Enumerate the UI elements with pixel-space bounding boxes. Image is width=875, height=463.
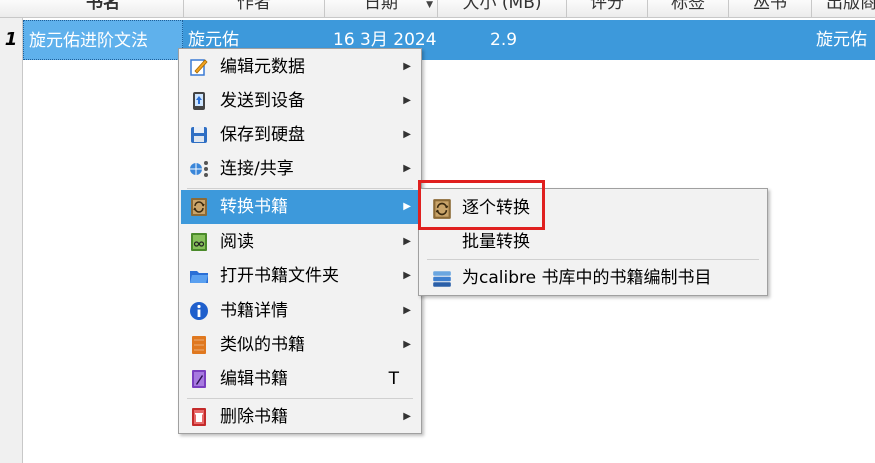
menu-item-connect-share[interactable]: 连接/共享 ▶ [181, 152, 419, 186]
menu-item-label: 转换书籍 [220, 197, 288, 217]
menu-item-book-details[interactable]: 书籍详情 ▶ [181, 294, 419, 328]
menu-item-label: 书籍详情 [220, 301, 288, 321]
column-header-title[interactable]: 书名 [23, 0, 184, 17]
table-cell-title: 旋元佑进阶文法 [29, 31, 148, 51]
column-header-size[interactable]: 大小 (MB) [438, 0, 567, 17]
menu-item-save-to-disk[interactable]: 保存到硬盘 ▶ [181, 118, 419, 152]
menu-item-label: 删除书籍 [220, 407, 288, 427]
column-header-series[interactable]: 丛书 [729, 0, 812, 17]
column-header-tags[interactable]: 标签 [648, 0, 729, 17]
menu-item-edit-book[interactable]: 编辑书籍 T [181, 362, 419, 396]
convert-books-icon [189, 197, 209, 217]
menu-item-similar-books[interactable]: 类似的书籍 ▶ [181, 328, 419, 362]
open-folder-icon [189, 266, 209, 286]
row-number-gutter [0, 18, 23, 463]
context-menu: 编辑元数据 ▶ 发送到设备 ▶ 保存到硬盘 ▶ 连接/共享 ▶ 转换书籍 ▶ 阅… [178, 48, 422, 434]
send-to-device-icon [189, 91, 209, 111]
table-cell-size: 2.9 [490, 30, 518, 50]
menu-item-read[interactable]: 阅读 ▶ [181, 225, 419, 259]
edit-book-icon [189, 369, 209, 389]
read-icon [189, 232, 209, 252]
submenu-arrow-icon: ▶ [403, 95, 411, 106]
menu-item-label: 连接/共享 [220, 159, 294, 179]
menu-separator [187, 188, 413, 189]
submenu-item-create-catalog[interactable]: 为calibre 书库中的书籍编制书目 [421, 261, 765, 295]
submenu-arrow-icon: ▶ [403, 305, 411, 316]
shortcut-key: T [388, 369, 399, 389]
submenu-arrow-icon: ▶ [403, 236, 411, 247]
menu-item-convert-books[interactable]: 转换书籍 ▶ [181, 190, 419, 224]
menu-item-label: 打开书籍文件夹 [220, 266, 339, 286]
edit-metadata-icon [189, 57, 209, 77]
menu-item-label: 保存到硬盘 [220, 125, 305, 145]
menu-item-label: 编辑书籍 [220, 369, 288, 389]
column-header-row: 书名 作者 日期 ▼ 大小 (MB) 评分 标签 丛书 出版商 [0, 0, 875, 18]
menu-item-send-to-device[interactable]: 发送到设备 ▶ [181, 84, 419, 118]
menu-item-label: 发送到设备 [220, 91, 305, 111]
menu-item-edit-metadata[interactable]: 编辑元数据 ▶ [181, 50, 419, 84]
table-cell-title-focus[interactable]: 旋元佑进阶文法 [23, 20, 183, 60]
table-row[interactable]: 旋元佑进阶文法 旋元佑 16 3月 2024 2.9 旋元佑 [23, 20, 875, 60]
submenu-arrow-icon: ▶ [403, 163, 411, 174]
submenu-item-label: 为calibre 书库中的书籍编制书目 [462, 268, 712, 288]
connect-share-icon [189, 159, 209, 179]
delete-icon [189, 407, 209, 427]
menu-item-open-folder[interactable]: 打开书籍文件夹 ▶ [181, 259, 419, 293]
submenu-arrow-icon: ▶ [403, 201, 411, 212]
menu-separator [427, 259, 759, 260]
menu-separator [187, 398, 413, 399]
submenu-arrow-icon: ▶ [403, 270, 411, 281]
menu-item-label: 阅读 [220, 232, 254, 252]
table-cell-publisher: 旋元佑 [816, 30, 867, 50]
save-disk-icon [189, 125, 209, 145]
submenu-item-label: 批量转换 [462, 232, 530, 252]
similar-books-icon [189, 335, 209, 355]
menu-item-label: 类似的书籍 [220, 335, 305, 355]
column-header-author[interactable]: 作者 [184, 0, 325, 17]
column-header-rating[interactable]: 评分 [567, 0, 648, 17]
annotation-highlight-box [418, 180, 545, 230]
submenu-item-bulk-convert[interactable]: 批量转换 [421, 225, 765, 259]
column-header-date[interactable]: 日期 ▼ [325, 0, 438, 17]
submenu-arrow-icon: ▶ [403, 61, 411, 72]
menu-item-delete-books[interactable]: 删除书籍 ▶ [181, 400, 419, 434]
sort-arrow-icon: ▼ [426, 0, 433, 10]
row-number: 1 [4, 29, 18, 50]
column-header-date-label: 日期 [364, 0, 398, 13]
info-icon [189, 301, 209, 321]
submenu-arrow-icon: ▶ [403, 129, 411, 140]
submenu-arrow-icon: ▶ [403, 411, 411, 422]
menu-item-label: 编辑元数据 [220, 57, 305, 77]
catalog-icon [431, 268, 453, 290]
column-header-publisher[interactable]: 出版商 [812, 0, 875, 17]
submenu-arrow-icon: ▶ [403, 339, 411, 350]
